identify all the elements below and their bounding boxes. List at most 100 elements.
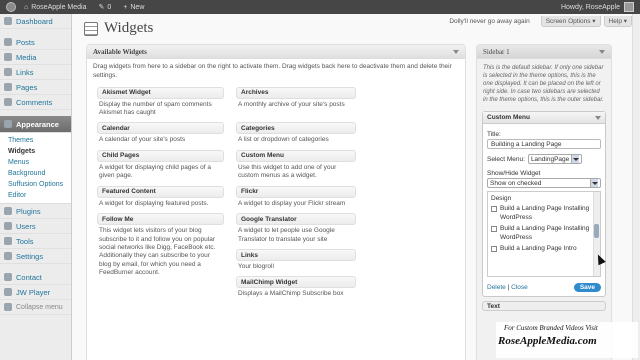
contact-icon [4,273,12,281]
submenu-background[interactable]: Background [0,168,71,179]
available-widgets-description: Drag widgets from here to a sidebar on t… [93,63,452,79]
widget-custom-menu[interactable]: Custom Menu Use this widget to add one of… [236,149,356,181]
chevron-down-icon [571,155,580,164]
dolly-notice: Dolly'll never go away again [449,18,530,25]
list-item[interactable]: Build a Landing Page Installing WordPres… [491,205,590,222]
available-widgets-header[interactable]: Available Widgets [87,45,465,59]
submenu-suffusion-options[interactable]: Suffusion Options [0,179,71,190]
collapse-menu-button[interactable]: Collapse menu [0,300,71,315]
player-icon [4,288,12,296]
main-content: Dolly'll never go away again Screen Opti… [80,14,640,360]
close-link[interactable]: Close [511,284,528,291]
appearance-submenu: Themes Widgets Menus Background Suffusio… [0,133,71,204]
admin-bar: ⌂ RoseApple Media ✎ 0 + New Howdy, RoseAppl… [0,0,640,14]
watermark: For Custom Branded Videos Visit RoseAppl… [496,322,638,358]
submenu-menus[interactable]: Menus [0,157,71,168]
submenu-widgets[interactable]: Widgets [0,146,71,157]
menu-item-contact[interactable]: Contact [0,270,71,285]
list-item[interactable]: Build a Landing Page Installing WordPres… [491,225,590,242]
menu-item-dashboard[interactable]: Dashboard [0,14,71,29]
title-field[interactable]: Building a Landing Page [487,139,601,150]
media-icon [4,53,12,61]
admin-menu: Dashboard Posts Media Links Pages Commen… [0,14,72,360]
widget-categories[interactable]: Categories A list or dropdown of categori… [236,122,356,144]
page-checkbox-list[interactable]: Design Build a Landing Page Installing W… [487,191,601,278]
comments-link[interactable]: ✎ 0 [98,3,112,12]
toggle-arrow-icon[interactable] [599,49,605,54]
menu-item-links[interactable]: Links [0,65,71,80]
menu-item-users[interactable]: Users [0,219,71,234]
widget-flickr[interactable]: Flickr A widget to display your Flickr st… [236,185,356,208]
list-item[interactable]: Build a Landing Page Intro [491,245,590,253]
sidebar-1-panel: Sidebar 1 This is the default sidebar. I… [476,44,612,360]
wordpress-logo-icon[interactable] [6,2,16,12]
custom-menu-widget-header[interactable]: Custom Menu [483,112,605,125]
checkbox[interactable] [491,226,497,233]
menu-item-media[interactable]: Media [0,50,71,65]
select-menu-label: Select Menu: [487,155,525,163]
widget-follow-me[interactable]: Follow Me This widget lets visitors of yo… [97,213,224,299]
widget-google-translator[interactable]: Google Translator A widget to let people … [236,213,356,244]
dashboard-icon [4,17,12,25]
screen-meta-links: Dolly'll never go away again Screen Opti… [449,16,632,27]
showhide-label: Show/Hide Widget [487,170,541,178]
menu-item-jw-player[interactable]: JW Player [0,285,71,300]
select-menu-dropdown[interactable]: LandingPage [527,154,583,165]
widget-featured-content[interactable]: Featured Content A widget for displaying … [97,185,224,208]
home-icon: ⌂ [24,3,29,11]
comment-icon [4,98,12,106]
toggle-arrow-icon[interactable] [453,49,459,54]
sidebar-1-description: This is the default sidebar. If only one… [483,65,604,104]
pages-icon [4,83,12,91]
avatar [624,2,634,12]
pin-icon [4,38,12,46]
save-button[interactable]: Save [573,283,601,293]
widget-mailchimp[interactable]: MailChimp Widget Displays a MailChimp Sub… [236,276,356,298]
widget-calendar[interactable]: Calendar A calendar of your site's posts [97,122,224,144]
checkbox[interactable] [491,206,497,213]
scrollbar-thumb[interactable] [594,224,599,239]
page-heading: Widgets [84,20,153,37]
menu-item-posts[interactable]: Posts [0,35,71,50]
custom-menu-widget-editor: Custom Menu Title: Building a Landing Pa… [482,111,606,298]
menu-item-tools[interactable]: Tools [0,234,71,249]
showhide-dropdown[interactable]: Show on checked [487,178,601,189]
submenu-editor[interactable]: Editor [0,190,71,201]
account-menu[interactable]: Howdy, RoseApple [561,2,634,12]
available-widgets-panel: Available Widgets Drag widgets from here… [86,44,466,360]
link-icon [4,68,12,76]
plus-icon: + [123,3,128,11]
submenu-themes[interactable]: Themes [0,135,71,146]
toggle-arrow-icon[interactable] [595,115,601,120]
checkbox[interactable] [491,246,497,253]
widget-child-pages[interactable]: Child Pages A widget for displaying child… [97,149,224,181]
list-header: Design [491,195,512,203]
collapse-icon [4,303,12,311]
widget-links[interactable]: Links Your blogroll [236,249,356,271]
widget-akismet[interactable]: Akismet Widget Display the number of spam… [97,86,224,118]
widget-archives[interactable]: Archives A monthly archive of your site's… [236,86,356,118]
settings-icon [4,252,12,260]
menu-item-pages[interactable]: Pages [0,80,71,95]
menu-item-appearance[interactable]: Appearance [0,116,71,133]
help-button[interactable]: Help ▾ [603,16,632,27]
page-scrollbar[interactable] [632,14,640,360]
widget-list: Akismet Widget Display the number of spam… [87,85,465,301]
sidebar-1-header[interactable]: Sidebar 1 [477,45,611,59]
delete-link[interactable]: Delete [487,284,506,291]
users-icon [4,222,12,230]
comment-icon: ✎ [98,4,105,11]
screen-options-button[interactable]: Screen Options ▾ [540,16,601,27]
plugin-icon [4,207,12,215]
menu-item-plugins[interactable]: Plugins [0,204,71,219]
chevron-down-icon [590,179,598,188]
new-content-link[interactable]: + New [123,4,144,11]
appearance-icon [4,120,12,128]
menu-item-comments[interactable]: Comments [0,95,71,110]
text-widget[interactable]: Text [482,301,606,312]
menu-item-settings[interactable]: Settings [0,249,71,264]
tools-icon [4,237,12,245]
site-name-link[interactable]: ⌂ RoseApple Media [24,4,87,11]
page-title: Widgets [104,20,154,36]
title-label: Title: [487,131,501,139]
